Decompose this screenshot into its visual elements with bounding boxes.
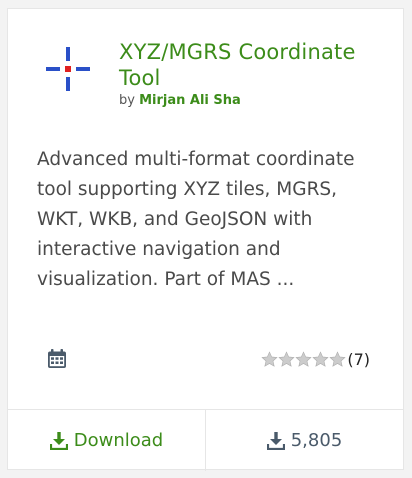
crosshair-icon [46, 47, 90, 91]
plugin-description: Advanced multi-format coordinate tool su… [37, 149, 355, 290]
author-name[interactable]: Mirjan Ali Sha [139, 93, 241, 108]
card-footer: Download 5,805 [8, 409, 403, 471]
calendar-icon [48, 349, 66, 368]
star-icon [295, 351, 312, 367]
download-label: Download [73, 430, 164, 451]
rating-count: (7) [347, 350, 370, 369]
download-icon [49, 431, 68, 450]
star-icon [261, 351, 278, 367]
plugin-title[interactable]: XYZ/MGRS Coordinate Tool [119, 39, 389, 91]
download-count-value: 5,805 [290, 430, 343, 451]
plugin-card: XYZ/MGRS Coordinate Tool by Mirjan Ali S… [7, 8, 404, 471]
download-count: 5,805 [206, 410, 403, 471]
rating: (7) [261, 350, 370, 369]
download-button[interactable]: Download [8, 410, 206, 471]
star-icon [278, 351, 295, 367]
download-icon [266, 431, 285, 450]
star-icon [312, 351, 329, 367]
star-icon [329, 351, 346, 367]
author-prefix: by [119, 93, 135, 108]
author-line: by Mirjan Ali Sha [119, 93, 241, 108]
